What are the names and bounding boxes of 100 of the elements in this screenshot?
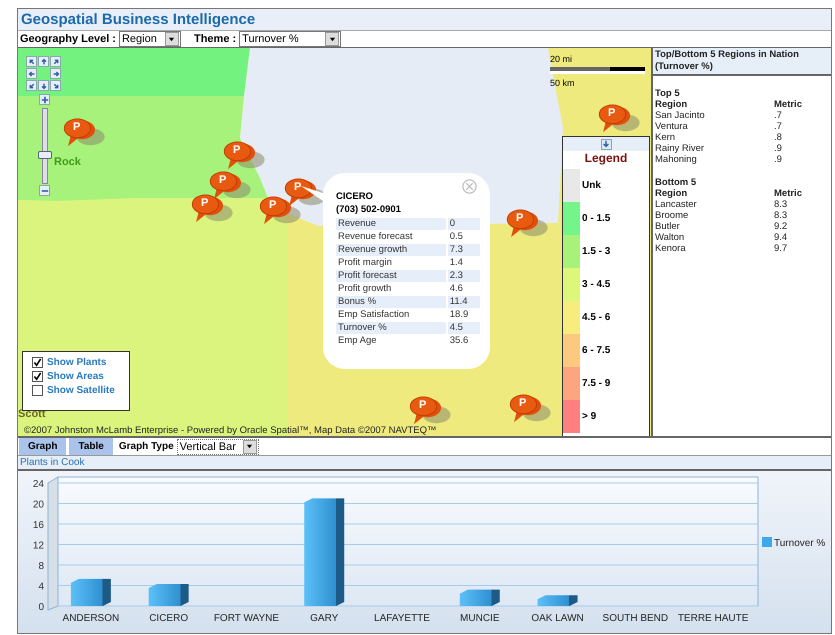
layer-checkbox[interactable]: [32, 385, 43, 396]
arrow-icon: [52, 70, 60, 78]
group-title: Top 5: [655, 88, 681, 99]
region-name: Broome: [655, 210, 690, 221]
bar: [70, 578, 111, 606]
pan-button[interactable]: [50, 80, 61, 91]
x-category-label: FORT WAYNE: [214, 613, 280, 624]
zoom-out-button[interactable]: [39, 185, 50, 196]
geography-level-label: Geography Level :: [20, 33, 116, 45]
layer-checkbox[interactable]: [32, 357, 43, 368]
y-tick-label: 0: [38, 602, 44, 613]
region-name: Lancaster: [655, 199, 698, 210]
caret-icon: [328, 36, 336, 42]
legend-label: 7.5 - 9: [582, 378, 610, 389]
theme-dropdown[interactable]: Turnover %: [239, 31, 342, 47]
legend-label: 6 - 7.5: [582, 345, 610, 356]
metric-value: 8.3: [774, 199, 788, 210]
arrow-icon: [40, 82, 48, 90]
legend-label: 1.5 - 3: [582, 246, 610, 257]
metric-value: .9: [774, 143, 783, 154]
column-header: Metric: [774, 99, 803, 110]
metric-value: 4.6: [448, 283, 464, 295]
column-header: Metric: [774, 188, 803, 199]
pan-button[interactable]: [50, 56, 61, 67]
metric-value: 1.4: [448, 257, 464, 269]
metric-value: 4.5: [448, 322, 480, 334]
bar: [538, 595, 578, 606]
layer-label[interactable]: Show Satellite: [47, 385, 115, 396]
y-tick-label: 8: [38, 561, 44, 572]
scale-km-label: 50 km: [550, 78, 576, 88]
metric-name: Emp Age: [337, 335, 378, 347]
x-category-label: MUNCIE: [460, 613, 500, 624]
metric-value: 8.3: [774, 210, 788, 221]
metric-value: 9.7: [774, 243, 788, 254]
pan-button[interactable]: [50, 68, 61, 79]
bar: [148, 584, 189, 606]
region-name: San Jacinto: [655, 110, 706, 121]
legend-label: 0 - 1.5: [582, 213, 610, 224]
graph-type-label: Graph Type: [118, 441, 174, 452]
metric-value: 0.5: [448, 231, 464, 243]
metric-name: Profit growth: [337, 283, 392, 295]
pan-button[interactable]: [38, 80, 49, 91]
legend-label: 3 - 4.5: [582, 279, 610, 290]
metric-name: Revenue forecast: [337, 231, 414, 243]
metric-value: .7: [774, 110, 783, 121]
metric-value: .9: [774, 154, 783, 165]
column-header: Region: [655, 99, 688, 110]
region-name: Kern: [655, 132, 676, 143]
collapse-button[interactable]: [600, 138, 612, 150]
x-category-label: GARY: [310, 613, 338, 624]
popup-phone: (703) 502-0901: [336, 203, 402, 216]
legend-label: Unk: [582, 180, 601, 191]
pan-button[interactable]: [26, 80, 37, 91]
geography-level-dropdown[interactable]: Region: [118, 31, 181, 47]
y-tick-label: 24: [32, 479, 44, 490]
close-icon: [462, 179, 477, 194]
arrow-icon: [28, 70, 36, 78]
x-category-label: ANDERSON: [62, 613, 120, 624]
metric-value: .7: [774, 121, 783, 132]
x-category-label: TERRE HAUTE: [678, 613, 748, 624]
layer-checkbox[interactable]: [32, 371, 43, 382]
x-category-label: LAFAYETTE: [374, 613, 430, 624]
region-name: Kenora: [655, 243, 687, 254]
section-title: Plants in Cook: [18, 456, 831, 471]
metric-name: Bonus %: [336, 296, 446, 308]
metric-name: Profit forecast: [336, 270, 446, 282]
pan-button[interactable]: [26, 68, 37, 79]
metric-name: Emp Satisfaction: [337, 309, 410, 321]
y-tick-label: 12: [32, 540, 44, 552]
zoom-slider-thumb[interactable]: [38, 150, 52, 159]
legend-label: 4.5 - 6: [582, 312, 610, 323]
bar: [460, 590, 500, 606]
place-label: Rock: [54, 156, 81, 168]
zoom-in-button[interactable]: [39, 94, 50, 105]
x-category-label: SOUTH BEND: [602, 613, 668, 624]
panel-title: Top/Bottom 5 Regions in Nation (Turnover %): [653, 48, 831, 76]
metric-name: Profit margin: [337, 257, 393, 269]
y-tick-label: 20: [32, 500, 44, 510]
down-arrow-icon: [602, 140, 610, 148]
x-category-label: CICERO: [149, 613, 188, 624]
view-tab[interactable]: Table: [69, 438, 113, 455]
graph-type-dropdown[interactable]: Vertical Bar: [176, 438, 259, 454]
scale-miles-label: 20 mi: [550, 54, 574, 64]
legend-label: > 9: [582, 411, 596, 422]
metric-value: 9.2: [774, 221, 788, 232]
pan-button[interactable]: [38, 56, 49, 67]
metric-value: 18.9: [448, 309, 470, 321]
layer-label[interactable]: Show Areas: [47, 371, 104, 382]
metric-value: 7.3: [448, 244, 480, 256]
region-name: Butler: [655, 221, 681, 232]
region-name: Mahoning: [655, 154, 698, 165]
layer-label[interactable]: Show Plants: [47, 357, 106, 368]
metric-name: Revenue growth: [336, 244, 446, 256]
view-tab[interactable]: Graph: [19, 438, 66, 455]
column-header: Region: [655, 188, 688, 199]
caret-icon: [246, 443, 254, 450]
y-tick-label: 4: [38, 582, 44, 592]
caret-icon: [168, 36, 176, 42]
pan-button[interactable]: [26, 56, 37, 67]
region-name: Ventura: [655, 121, 689, 132]
